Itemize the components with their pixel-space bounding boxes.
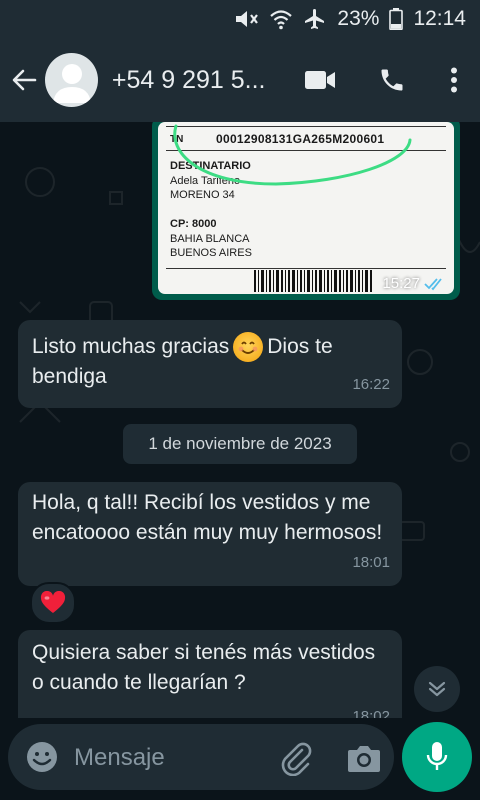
camera-icon[interactable] [346,742,382,774]
clock: 12:14 [413,7,466,30]
message-text: Quisiera saber si tenés más vestidos o c… [32,641,376,694]
contact-name[interactable]: +54 9 291 5... [112,66,284,95]
message-input[interactable] [72,737,266,779]
message-time: 18:02 [352,708,390,718]
video-call-icon [305,71,335,89]
message-time: 16:22 [352,376,390,393]
postal-code: CP: 8000 [170,218,217,230]
incoming-message[interactable]: Hola, q tal!! Recibí los vestidos y me e… [18,482,402,586]
voice-call-button[interactable] [356,50,428,110]
message-text: Listo muchas gracias Dios te bendiga [32,332,388,392]
date-separator: 1 de noviembre de 2023 [123,424,357,464]
emoji-icon[interactable] [24,739,60,775]
message-time: 18:01 [352,554,390,571]
microphone-icon [426,742,448,770]
image-message[interactable]: TN 00012908131GA265M200601 DESTINATARIO … [152,122,460,300]
incoming-message[interactable]: Listo muchas gracias Dios te bendiga 16:2… [18,320,402,408]
more-vert-icon [451,67,457,93]
smiling-face-emoji-icon [233,332,264,363]
back-arrow-icon [12,69,36,91]
message-text-part: Listo muchas gracias [32,335,230,358]
recipient-province: BUENOS AIRES [170,247,252,259]
scroll-to-bottom-button[interactable] [414,666,460,712]
default-avatar-icon [53,64,92,103]
attach-icon[interactable] [278,740,314,776]
recipient-city: BAHIA BLANCA [170,233,250,245]
incoming-message[interactable]: Quisiera saber si tenés más vestidos o c… [18,630,402,718]
barcode-image [254,270,372,292]
battery-icon [389,8,404,30]
more-options-button[interactable] [428,50,480,110]
message-text: Hola, q tal!! Recibí los vestidos y me e… [32,491,383,544]
heart-reaction[interactable] [30,582,76,624]
chat-header: +54 9 291 5... [0,38,480,122]
image-message-meta: 15:27 [382,275,446,292]
phone-icon [381,69,403,91]
message-composer[interactable] [8,724,394,790]
red-heart-icon [40,591,66,613]
back-button[interactable] [4,50,43,110]
green-marker-circle [173,124,412,186]
voice-message-button[interactable] [402,722,472,792]
wifi-icon [269,8,293,30]
airplane-mode-icon [303,7,327,31]
avatar[interactable] [45,53,98,107]
read-ticks-icon [424,277,442,290]
chat-area[interactable]: TN 00012908131GA265M200601 DESTINATARIO … [0,122,480,718]
battery-percent: 23% [337,7,380,30]
shipping-label-photo[interactable]: TN 00012908131GA265M200601 DESTINATARIO … [158,122,454,294]
input-bar [0,718,480,800]
double-chevron-down-icon [428,681,446,697]
image-message-time: 15:27 [382,275,420,292]
mute-icon [233,9,259,29]
status-bar: 23% 12:14 [0,0,480,38]
video-call-button[interactable] [284,50,356,110]
